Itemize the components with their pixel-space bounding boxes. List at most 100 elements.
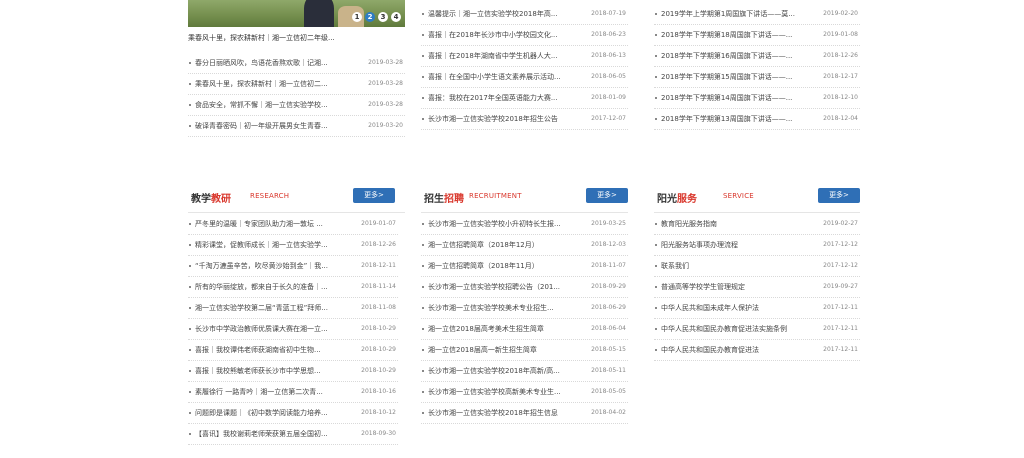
list-item[interactable]: 食品安全，常抓不懈｜湘一立信实验学校... 2019-03-28: [188, 95, 405, 116]
list-item[interactable]: 湘一立信2018届高一新生招生简章 2018-05-15: [421, 340, 628, 361]
list-item-title[interactable]: 湘一立信招聘简章（2018年12月）: [428, 235, 539, 255]
list-item[interactable]: 长沙市湘一立信实验学校招聘公告（201... 2018-09-29: [421, 277, 628, 298]
list-item[interactable]: 喜报｜在2018年湖南省中学生机器人大... 2018-06-13: [421, 46, 628, 67]
list-item-title[interactable]: 长沙市湘一立信实验学校2018年高新/高...: [428, 361, 560, 381]
list-item[interactable]: 素履徐行 一路青吟｜湘一立信第二次青... 2018-10-16: [188, 382, 398, 403]
list-item-title[interactable]: 喜报｜在2018年长沙市中小学校园文化...: [428, 25, 558, 45]
research-section-english: RESEARCH: [250, 192, 290, 200]
list-item[interactable]: 喜报｜在全国中小学生语文素养展示活动... 2018-06-05: [421, 67, 628, 88]
slider-dot[interactable]: 3: [378, 12, 388, 22]
list-item[interactable]: 喜报｜在2018年长沙市中小学校园文化... 2018-06-23: [421, 25, 628, 46]
list-item[interactable]: 长沙市湘一立信实验学校2018年招生公告 2017-12-07: [421, 109, 628, 130]
list-item[interactable]: 长沙市湘一立信实验学校2018年招生信息 2018-04-02: [421, 403, 628, 424]
list-item-title[interactable]: 中华人民共和国民办教育促进法: [661, 340, 759, 360]
slider-dot[interactable]: 2: [365, 12, 375, 22]
list-item[interactable]: 喜报：我校在2017年全国英语能力大赛... 2018-01-09: [421, 88, 628, 109]
list-item[interactable]: 湘一立信实验学校第二届“青蓝工程”拜师... 2018-11-08: [188, 298, 398, 319]
list-item[interactable]: 长沙市湘一立信实验学校美术专业招生... 2018-06-29: [421, 298, 628, 319]
list-item-title[interactable]: 2018学年下学期第18周国旗下讲话——...: [661, 25, 792, 45]
list-item[interactable]: 长沙市湘一立信实验学校小升初特长生报... 2019-03-25: [421, 214, 628, 235]
list-item-title[interactable]: 精彩课堂，促教师成长｜湘一立信实验学...: [195, 235, 328, 255]
list-item[interactable]: 2018学年下学期第14周国旗下讲话——... 2018-12-10: [654, 88, 860, 109]
list-item-title[interactable]: 长沙市中学政治教师优质课大赛在湘一立...: [195, 319, 328, 339]
list-item[interactable]: 喜报｜我校熊敏老师获长沙市中学思想... 2018-10-29: [188, 361, 398, 382]
list-item[interactable]: 湘一立信招聘简章（2018年12月） 2018-12-03: [421, 235, 628, 256]
list-item[interactable]: 2018学年下学期第16周国旗下讲话——... 2018-12-26: [654, 46, 860, 67]
list-item[interactable]: 【喜讯】我校谢莉老师荣获第五届全国初... 2018-09-30: [188, 424, 398, 445]
slider-caption[interactable]: 乘春风十里，探农耕新村｜湘一立信初二年级...: [188, 33, 335, 43]
slider-image[interactable]: 1234: [188, 0, 405, 27]
list-item[interactable]: 2019学年上学期第1周国旗下讲话——莫... 2019-02-20: [654, 4, 860, 25]
list-item-title[interactable]: 湘一立信2018届高考美术生招生简章: [428, 319, 544, 339]
list-item-title[interactable]: 喜报｜在2018年湖南省中学生机器人大...: [428, 46, 558, 66]
list-item-title[interactable]: 破译青春密码｜初一年级开展男女生青春...: [195, 116, 328, 136]
list-item-title[interactable]: 春分日丽晒风吹，鸟语花香熬欢歌｜记湘...: [195, 53, 328, 73]
list-item-title[interactable]: 阳光服务站事项办理流程: [661, 235, 738, 255]
slider-dot[interactable]: 4: [391, 12, 401, 22]
list-item-title[interactable]: 长沙市湘一立信实验学校小升初特长生报...: [428, 214, 561, 234]
list-item[interactable]: 2018学年下学期第15周国旗下讲话——... 2018-12-17: [654, 67, 860, 88]
list-item[interactable]: 长沙市湘一立信实验学校高新美术专业生... 2018-05-05: [421, 382, 628, 403]
list-item-title[interactable]: 联系我们: [661, 256, 689, 276]
list-item[interactable]: 中华人民共和国未成年人保护法 2017-12-11: [654, 298, 860, 319]
list-item-title[interactable]: 喜报：我校在2017年全国英语能力大赛...: [428, 88, 558, 108]
list-item[interactable]: 严冬里的温暖｜专家团队助力湘一敦坛 ... 2019-01-07: [188, 214, 398, 235]
slider-dot[interactable]: 1: [352, 12, 362, 22]
list-item-title[interactable]: 长沙市湘一立信实验学校招聘公告（201...: [428, 277, 560, 297]
list-item-title[interactable]: 湘一立信实验学校第二届“青蓝工程”拜师...: [195, 298, 328, 318]
list-item-title[interactable]: 长沙市湘一立信实验学校2018年招生信息: [428, 403, 558, 423]
list-item[interactable]: 中华人民共和国民办教育促进法 2017-12-11: [654, 340, 860, 361]
list-item-title[interactable]: 喜报｜在全国中小学生语文素养展示活动...: [428, 67, 561, 87]
list-item-title[interactable]: 2019学年上学期第1周国旗下讲话——莫...: [661, 4, 795, 24]
list-item-title[interactable]: 素履徐行 一路青吟｜湘一立信第二次青...: [195, 382, 323, 402]
list-item[interactable]: 所有的华丽绽放，都来自于长久的准备｜... 2018-11-14: [188, 277, 398, 298]
list-item-title[interactable]: 2018学年下学期第15周国旗下讲话——...: [661, 67, 792, 87]
recruitment-more-button[interactable]: 更多>: [586, 188, 628, 203]
list-item[interactable]: 普通高等学校学生管理规定 2019-09-27: [654, 277, 860, 298]
list-item[interactable]: 春分日丽晒风吹，鸟语花香熬欢歌｜记湘... 2019-03-28: [188, 53, 405, 74]
list-item-title[interactable]: 食品安全，常抓不懈｜湘一立信实验学校...: [195, 95, 328, 115]
list-item-date: 2018-06-23: [591, 31, 626, 38]
list-item[interactable]: 喜报｜我校谭伟老师获湖南省初中生物... 2018-10-29: [188, 340, 398, 361]
list-item-title[interactable]: 乘春风十里，探农耕新村｜湘一立信初二...: [195, 74, 328, 94]
service-more-button[interactable]: 更多>: [818, 188, 860, 203]
list-item[interactable]: 乘春风十里，探农耕新村｜湘一立信初二... 2019-03-28: [188, 74, 405, 95]
list-item[interactable]: 问题即是课题｜《初中数学阅读能力培养... 2018-10-12: [188, 403, 398, 424]
list-item-title[interactable]: 严冬里的温暖｜专家团队助力湘一敦坛 ...: [195, 214, 323, 234]
list-item[interactable]: 2018学年下学期第18周国旗下讲话——... 2019-01-08: [654, 25, 860, 46]
list-item[interactable]: 长沙市湘一立信实验学校2018年高新/高... 2018-05-11: [421, 361, 628, 382]
list-item-title[interactable]: 教育阳光服务指南: [661, 214, 717, 234]
list-item[interactable]: 湘一立信招聘简章（2018年11月） 2018-11-07: [421, 256, 628, 277]
list-item[interactable]: 教育阳光服务指南 2019-02-27: [654, 214, 860, 235]
research-more-button[interactable]: 更多>: [353, 188, 395, 203]
list-item-title[interactable]: 问题即是课题｜《初中数学阅读能力培养...: [195, 403, 328, 423]
list-item-title[interactable]: 2018学年下学期第13周国旗下讲话——...: [661, 109, 792, 129]
list-item[interactable]: 联系我们 2017-12-12: [654, 256, 860, 277]
notice-list: 温馨提示｜湘一立信实验学校2018年高... 2018-07-19 喜报｜在2018…: [421, 4, 628, 130]
list-item-title[interactable]: 长沙市湘一立信实验学校高新美术专业生...: [428, 382, 561, 402]
list-item-title[interactable]: 喜报｜我校谭伟老师获湖南省初中生物...: [195, 340, 321, 360]
list-item-title[interactable]: “千淘万漉虽辛苦，吹尽黄沙始到金”｜我...: [195, 256, 328, 276]
list-item-title[interactable]: 普通高等学校学生管理规定: [661, 277, 745, 297]
list-item-title[interactable]: 所有的华丽绽放，都来自于长久的准备｜...: [195, 277, 328, 297]
list-item[interactable]: 破译青春密码｜初一年级开展男女生青春... 2019-03-20: [188, 116, 405, 137]
list-item-title[interactable]: 中华人民共和国民办教育促进法实施条例: [661, 319, 787, 339]
list-item[interactable]: 2018学年下学期第13周国旗下讲话——... 2018-12-04: [654, 109, 860, 130]
list-item-title[interactable]: 2018学年下学期第14周国旗下讲话——...: [661, 88, 792, 108]
list-item-title[interactable]: 温馨提示｜湘一立信实验学校2018年高...: [428, 4, 558, 24]
list-item-title[interactable]: 湘一立信2018届高一新生招生简章: [428, 340, 537, 360]
list-item-title[interactable]: 【喜讯】我校谢莉老师荣获第五届全国初...: [195, 424, 328, 444]
list-item[interactable]: 长沙市中学政治教师优质课大赛在湘一立... 2018-10-29: [188, 319, 398, 340]
list-item-title[interactable]: 长沙市湘一立信实验学校2018年招生公告: [428, 109, 558, 129]
list-item[interactable]: 精彩课堂，促教师成长｜湘一立信实验学... 2018-12-26: [188, 235, 398, 256]
list-item[interactable]: 阳光服务站事项办理流程 2017-12-12: [654, 235, 860, 256]
list-item-title[interactable]: 喜报｜我校熊敏老师获长沙市中学思想...: [195, 361, 321, 381]
list-item-title[interactable]: 长沙市湘一立信实验学校美术专业招生...: [428, 298, 554, 318]
list-item[interactable]: 中华人民共和国民办教育促进法实施条例 2017-12-11: [654, 319, 860, 340]
list-item[interactable]: 温馨提示｜湘一立信实验学校2018年高... 2018-07-19: [421, 4, 628, 25]
list-item-title[interactable]: 中华人民共和国未成年人保护法: [661, 298, 759, 318]
list-item-title[interactable]: 2018学年下学期第16周国旗下讲话——...: [661, 46, 792, 66]
list-item[interactable]: 湘一立信2018届高考美术生招生简章 2018-06-04: [421, 319, 628, 340]
list-item[interactable]: “千淘万漉虽辛苦，吹尽黄沙始到金”｜我... 2018-12-11: [188, 256, 398, 277]
list-item-title[interactable]: 湘一立信招聘简章（2018年11月）: [428, 256, 539, 276]
